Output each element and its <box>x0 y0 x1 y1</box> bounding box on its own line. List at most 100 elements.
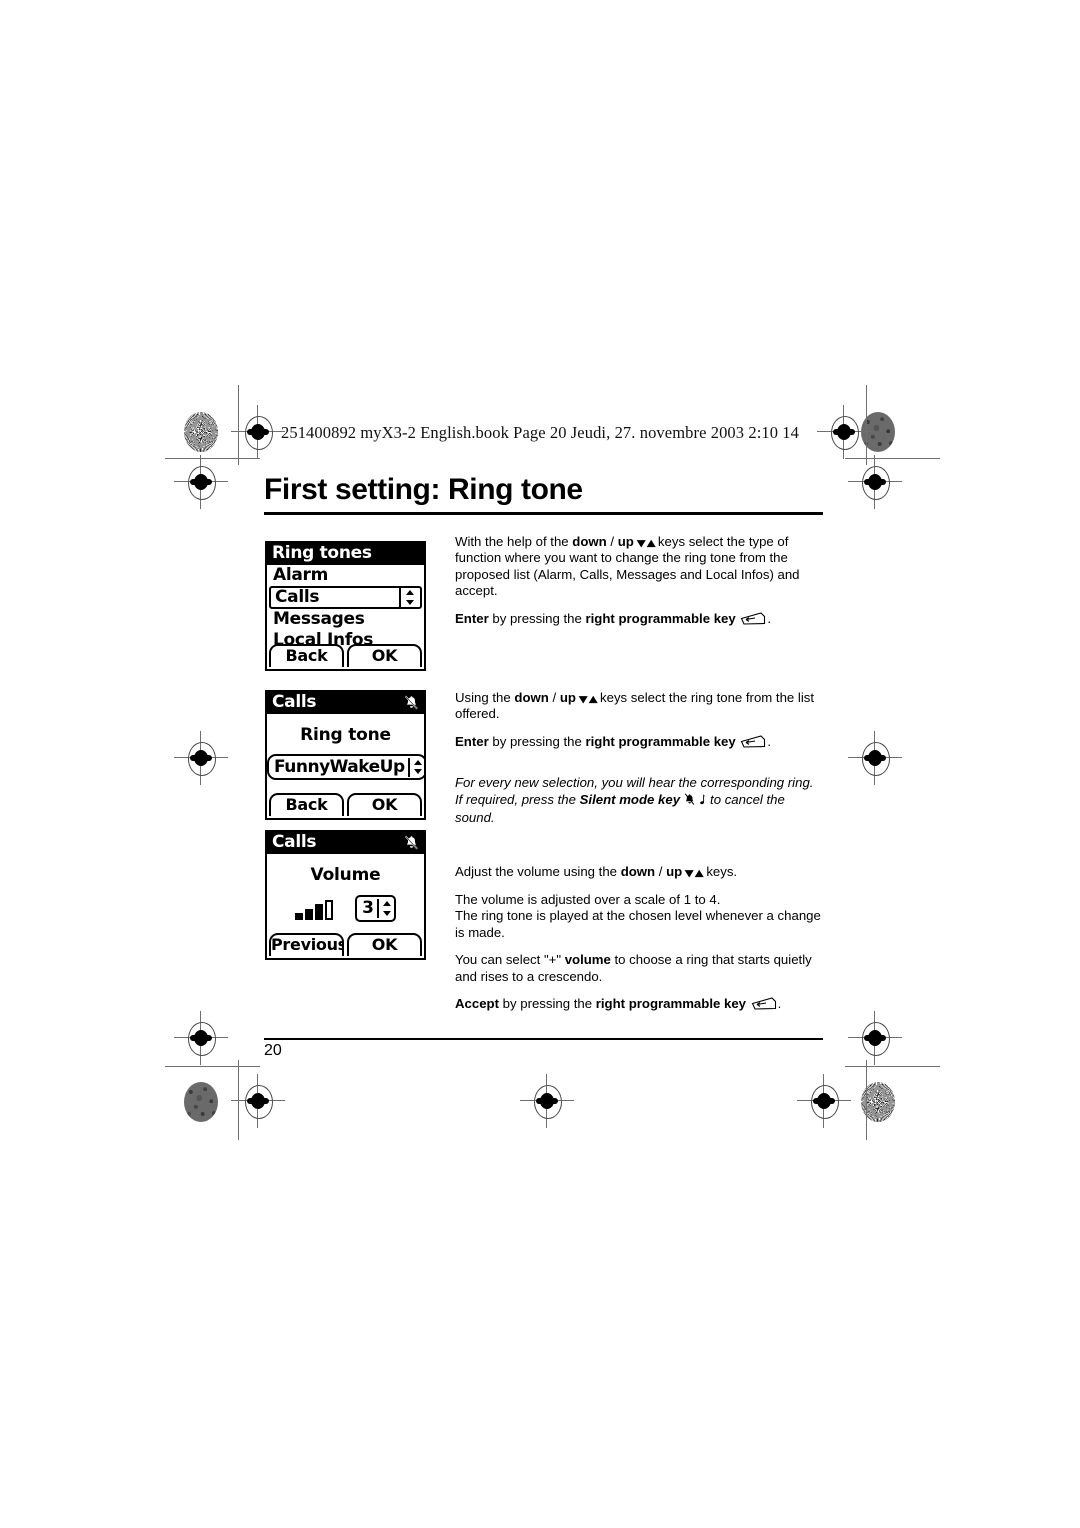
registration-mark-right-middle <box>848 731 902 785</box>
p1-text-a: With the help of the <box>455 534 573 549</box>
paragraph-select-ring-tone: Using the down / up ▾ ▴ keys select the … <box>455 690 825 723</box>
footer-rule <box>264 1038 823 1040</box>
ring-tone-value: FunnyWakeUp <box>274 756 405 777</box>
document-source-header: 251400892 myX3-2 English.book Page 20 Je… <box>281 423 799 442</box>
p6-down-label: down <box>620 864 656 880</box>
menu-item-calls-selected[interactable]: Calls <box>269 586 422 609</box>
screen-title-label: Calls <box>272 832 317 852</box>
registration-mark-left-bottom <box>174 1011 228 1065</box>
registration-mark-bottom-center-left <box>231 1074 285 1128</box>
title-underline-rule <box>264 512 823 515</box>
paragraph-adjust-volume: Adjust the volume using the down / up ▾ … <box>455 864 825 880</box>
p4-end-text: . <box>767 733 772 749</box>
paragraph-volume-scale: The volume is adjusted over a scale of 1… <box>455 891 721 907</box>
p6-up-label: up <box>666 864 683 880</box>
p3-separator: / <box>548 690 560 706</box>
print-density-patch-bottom-left <box>184 1082 218 1122</box>
volume-level-bars-icon <box>295 898 334 922</box>
bell-muted-icon <box>404 695 418 709</box>
volume-value: 3 <box>362 898 374 918</box>
ring-tone-select-body: Ring tone FunnyWakeUp <box>267 725 424 780</box>
ring-tone-field-label: Ring tone <box>300 725 391 745</box>
p9-accept-label: Accept <box>455 995 499 1011</box>
paragraph-enter-key-2: Enter by pressing the right programmable… <box>455 734 825 750</box>
softkey-previous[interactable]: Previous <box>269 933 344 956</box>
menu-item-messages[interactable]: Messages <box>267 609 424 630</box>
instructions-text-column: With the help of the down / up ▾ ▴ keys … <box>455 534 825 1023</box>
volume-body: Volume 3 <box>267 865 424 922</box>
page-number: 20 <box>264 1042 282 1059</box>
trim-line-top-right <box>845 458 940 459</box>
p1-up-label: up <box>617 534 634 549</box>
p3-text-a: Using the <box>455 690 515 706</box>
paragraph-enter-key-1: Enter by pressing the right programmable… <box>455 611 825 627</box>
p3-up-label: up <box>559 690 576 706</box>
phone-screenshot-ring-tone-select: Calls Ring tone FunnyWakeUp Back OK <box>265 690 426 820</box>
volume-value-selector[interactable]: 3 <box>355 895 396 922</box>
paragraph-accept-key: Accept by pressing the right programmabl… <box>455 996 825 1012</box>
chevron-down-icon: ▾ <box>578 691 587 707</box>
p8-volume-label: volume <box>564 952 611 968</box>
softkey-ok[interactable]: OK <box>347 933 422 956</box>
chevron-down-icon: ▾ <box>636 535 645 550</box>
chevron-down-icon: ▾ <box>685 865 694 881</box>
paragraph-crescendo: You can select "+" volume to choose a ri… <box>455 952 825 985</box>
note-every-new-selection: For every new selection, you will hear t… <box>455 775 814 791</box>
softkey-back[interactable]: Back <box>269 644 344 667</box>
ring-tone-value-selector[interactable]: FunnyWakeUp <box>267 754 424 780</box>
registration-mark-left-middle <box>174 731 228 785</box>
trim-line-right-vertical <box>866 385 867 465</box>
softkey-ok[interactable]: OK <box>347 644 422 667</box>
p1-separator: / <box>606 534 618 549</box>
softkey-bar-ring-tone-select: Back OK <box>267 793 424 818</box>
registration-mark-right-bottom <box>848 1011 902 1065</box>
print-calibration-star-patch <box>184 412 218 452</box>
p8-text-a: You can select "+" <box>455 952 565 968</box>
p1-down-label: down <box>572 534 607 549</box>
screen-titlebar-ring-tones: Ring tones <box>267 543 424 565</box>
menu-item-alarm[interactable]: Alarm <box>267 565 424 586</box>
p2-key-label: right programmable key <box>585 610 736 626</box>
p6-text-b: keys. <box>702 864 738 880</box>
screen-title-label: Calls <box>272 692 317 712</box>
trim-line-top-left <box>165 458 260 459</box>
p9-end-text: . <box>777 995 782 1011</box>
p4-enter-label: Enter <box>455 733 489 749</box>
list-spinner-arrows-icon[interactable] <box>399 588 416 607</box>
registration-mark-bottom-center-right <box>797 1074 851 1128</box>
softkey-ok[interactable]: OK <box>347 793 422 816</box>
right-programmable-key-icon <box>751 997 777 1010</box>
right-programmable-key-icon <box>740 735 766 748</box>
p5-key-label: Silent mode key <box>579 791 681 807</box>
bell-muted-icon <box>404 835 418 849</box>
registration-mark-top-center-left <box>231 405 285 459</box>
p4-key-label: right programmable key <box>585 733 736 749</box>
value-spinner-arrows-icon[interactable] <box>407 757 424 777</box>
bell-muted-key-icon <box>684 793 695 810</box>
note-silent-mode: If required, press the Silent mode key t… <box>455 792 825 827</box>
right-programmable-key-icon <box>740 612 766 625</box>
paragraph-volume-playback: The ring tone is played at the chosen le… <box>455 908 821 940</box>
trim-line-right-vertical-bottom <box>866 1060 867 1140</box>
menu-item-calls-label: Calls <box>275 587 320 607</box>
p9-key-label: right programmable key <box>595 995 746 1011</box>
value-spinner-arrows-icon[interactable] <box>376 899 394 918</box>
p5-text-a: If required, press the <box>455 791 580 807</box>
volume-controls-row: 3 <box>267 895 424 922</box>
page-title: First setting: Ring tone <box>264 473 583 506</box>
p6-separator: / <box>655 864 667 880</box>
screen-titlebar-calls-volume: Calls <box>267 832 424 854</box>
volume-field-label: Volume <box>310 865 381 885</box>
p9-mid-text: by pressing the <box>498 995 596 1011</box>
paragraph-select-function: With the help of the down / up ▾ ▴ keys … <box>455 534 825 600</box>
softkey-back[interactable]: Back <box>269 793 344 816</box>
p2-enter-label: Enter <box>455 610 489 626</box>
registration-mark-top-center-right <box>817 405 871 459</box>
ring-tones-menu-list: Alarm Calls Messages Local Infos <box>267 565 424 651</box>
screen-titlebar-calls: Calls <box>267 692 424 714</box>
phone-screenshot-volume: Calls Volume 3 Previous OK <box>265 830 426 960</box>
p2-mid-text: by pressing the <box>488 610 586 626</box>
